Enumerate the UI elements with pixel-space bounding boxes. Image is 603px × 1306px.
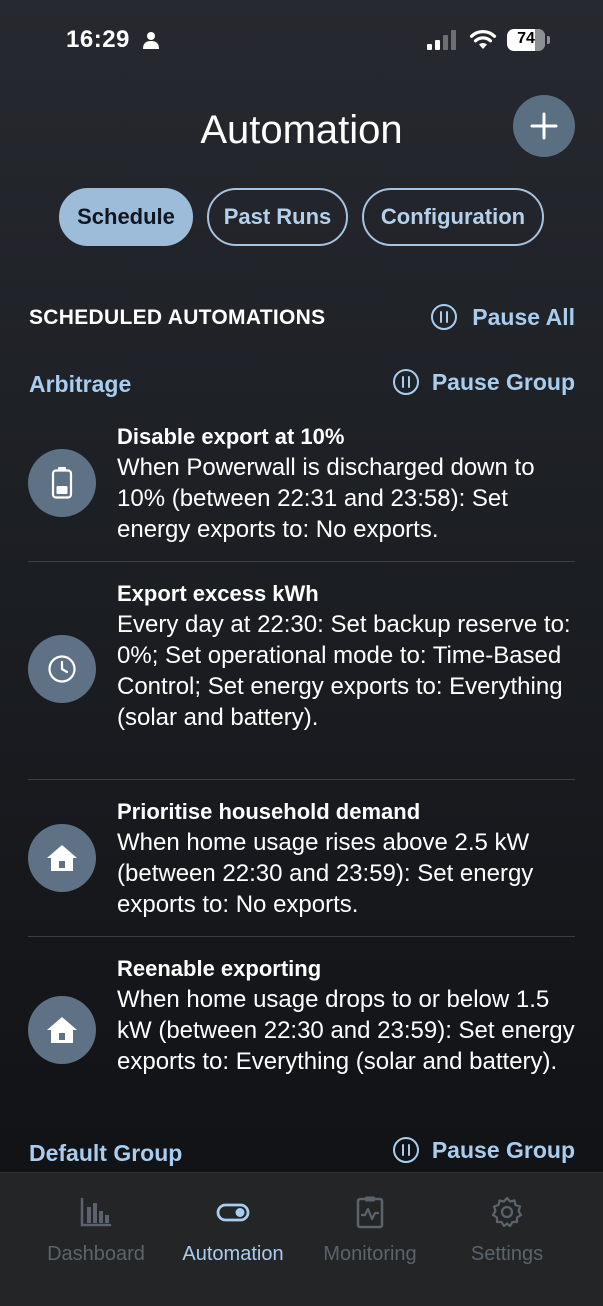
group-title-arbitrage: Arbitrage — [29, 371, 132, 397]
clock-icon — [48, 655, 76, 683]
nav-settings[interactable]: Settings — [432, 1195, 582, 1266]
automation-item[interactable]: Export excess kWh Every day at 22:30: Se… — [28, 578, 575, 763]
pause-group-button[interactable]: Pause Group — [392, 368, 575, 396]
automation-description: When home usage rises above 2.5 kW (betw… — [117, 829, 534, 918]
status-time: 16:29 — [66, 26, 130, 53]
wifi-icon — [469, 30, 497, 49]
nav-automation[interactable]: Automation — [158, 1195, 308, 1266]
tab-past-runs[interactable]: Past Runs — [207, 188, 348, 246]
pause-all-button[interactable]: Pause All — [430, 303, 575, 331]
automation-description: When Powerwall is discharged down to 10%… — [117, 454, 535, 543]
nav-dashboard[interactable]: Dashboard — [21, 1195, 171, 1266]
gear-icon — [491, 1196, 523, 1228]
segmented-tabs: Schedule Past Runs Configuration — [0, 188, 603, 248]
divider — [28, 561, 575, 562]
clipboard-pulse-icon — [356, 1196, 384, 1229]
automation-item[interactable]: Reenable exporting When home usage drops… — [28, 953, 575, 1108]
house-icon — [47, 845, 77, 871]
divider — [28, 779, 575, 780]
automation-title: Prioritise household demand — [117, 799, 421, 824]
tab-configuration[interactable]: Configuration — [362, 188, 544, 246]
automation-icon-circle — [28, 449, 96, 517]
automation-icon-circle — [28, 996, 96, 1064]
toggle-icon — [216, 1203, 250, 1222]
automation-title: Reenable exporting — [117, 956, 322, 981]
house-icon — [47, 1017, 77, 1043]
battery-level: 74 — [517, 30, 535, 47]
nav-label: Monitoring — [323, 1243, 417, 1265]
pause-group-label: Pause Group — [431, 1136, 575, 1163]
bar-chart-icon — [80, 1197, 112, 1227]
plus-icon — [530, 112, 558, 140]
automation-description: When home usage drops to or below 1.5 kW… — [117, 986, 575, 1075]
tab-schedule[interactable]: Schedule — [59, 188, 193, 246]
automation-title: Disable export at 10% — [117, 424, 345, 449]
person-icon — [143, 32, 159, 49]
automation-item[interactable]: Prioritise household demand When home us… — [28, 796, 575, 921]
automation-icon-circle — [28, 635, 96, 703]
pause-group-button[interactable]: Pause Group — [392, 1136, 575, 1164]
automation-title: Export excess kWh — [117, 581, 319, 606]
pause-circle-icon — [392, 1137, 419, 1163]
pause-group-label: Pause Group — [431, 368, 575, 395]
nav-monitoring[interactable]: Monitoring — [295, 1195, 445, 1266]
bottom-tab-bar: Dashboard Automation Monitoring Settings — [0, 1172, 603, 1306]
battery-icon — [51, 467, 73, 499]
nav-label: Settings — [470, 1243, 544, 1265]
automation-icon-circle — [28, 824, 96, 892]
automation-item[interactable]: Disable export at 10% When Powerwall is … — [28, 421, 575, 546]
pause-all-label: Pause All — [472, 303, 575, 330]
nav-label: Automation — [182, 1243, 284, 1265]
status-bar: 16:29 74 — [0, 0, 603, 80]
nav-label: Dashboard — [47, 1243, 145, 1265]
automation-description: Every day at 22:30: Set backup reserve t… — [117, 611, 571, 731]
section-title: SCHEDULED AUTOMATIONS — [29, 306, 326, 329]
divider — [28, 936, 575, 937]
add-automation-button[interactable] — [513, 95, 575, 157]
pause-circle-icon — [392, 369, 419, 395]
battery-indicator: 74 — [507, 29, 550, 51]
group-title-default: Default Group — [29, 1140, 183, 1166]
pause-circle-icon — [431, 304, 458, 330]
cellular-signal-icon — [427, 30, 456, 50]
